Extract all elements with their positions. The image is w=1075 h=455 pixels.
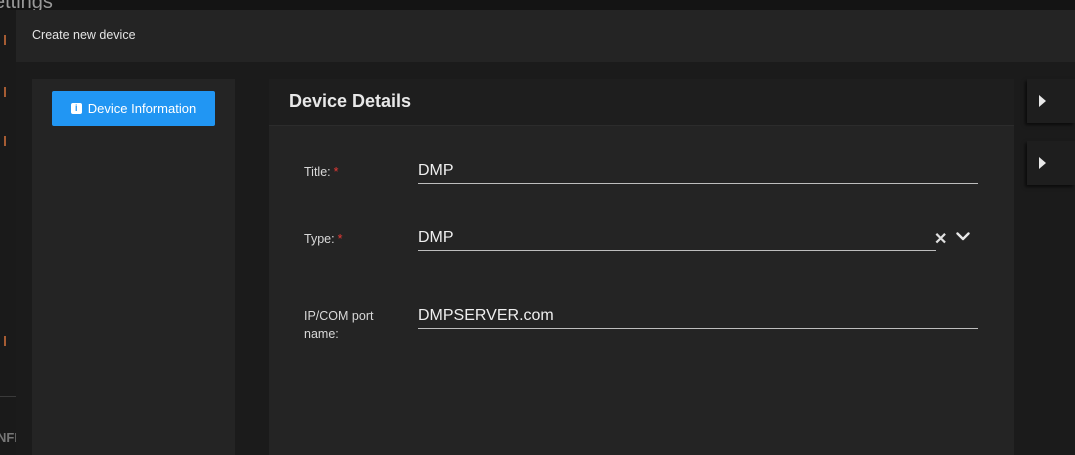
background-sidebar-marker [0, 336, 6, 346]
device-nav-panel: i Device Information [32, 79, 235, 455]
background-sidebar-marker [0, 35, 6, 45]
background-header: ettings [0, 0, 1075, 13]
side-expand-button[interactable] [1027, 141, 1075, 185]
details-header: Device Details [269, 79, 1014, 126]
modal-title: Create new device [32, 28, 136, 42]
title-field-label: Title: * [304, 163, 339, 181]
app-root: ettings NFI Create new device i Device I… [0, 0, 1075, 455]
background-sidebar-divider [0, 396, 16, 397]
type-select[interactable] [418, 226, 936, 251]
ip-com-label-text: IP/COM port name: [304, 309, 374, 341]
nav-item-device-information[interactable]: i Device Information [52, 91, 215, 126]
background-sidebar: NFI [0, 10, 18, 455]
type-label-text: Type: [304, 232, 335, 246]
chevron-down-icon[interactable] [956, 232, 970, 242]
required-marker: * [337, 232, 343, 246]
background-sidebar-marker [0, 87, 6, 97]
ip-com-port-input[interactable] [418, 304, 978, 329]
modal-header: Create new device [16, 10, 1075, 62]
details-title: Device Details [289, 91, 412, 111]
required-marker: * [333, 165, 339, 179]
info-icon: i [70, 103, 82, 114]
nav-item-label: Device Information [87, 101, 197, 116]
clear-icon[interactable]: ✕ [934, 229, 947, 249]
caret-right-icon [1039, 157, 1046, 169]
create-device-modal: Create new device i Device Information D… [16, 10, 1075, 455]
side-expand-button[interactable] [1027, 79, 1075, 123]
device-details-panel: Device Details Title:* Type:* ✕ IP/COM p… [269, 79, 1014, 455]
title-input[interactable] [418, 159, 978, 184]
background-sidebar-marker [0, 136, 6, 146]
caret-right-icon [1039, 95, 1046, 107]
ip-com-field-label: IP/COM port name: [304, 307, 404, 343]
title-label-text: Title: [304, 165, 331, 179]
type-field-label: Type: * [304, 230, 342, 248]
